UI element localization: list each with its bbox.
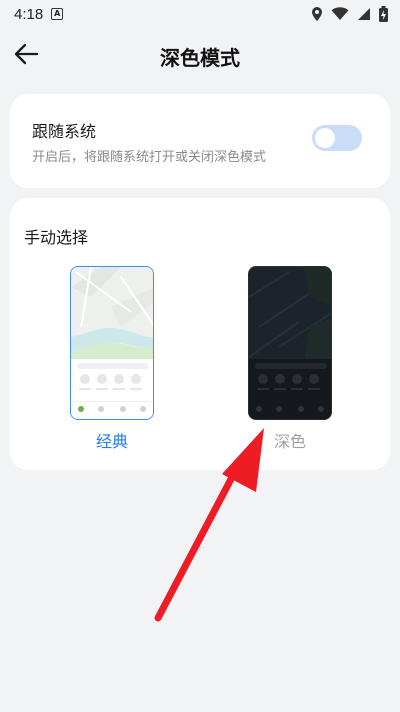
theme-label-dark: 深色	[273, 432, 306, 451]
follow-system-description: 开启后，将跟随系统打开或关闭深色模式	[32, 150, 267, 165]
dark-preview-image	[248, 266, 332, 420]
theme-option-classic[interactable]: 经典	[70, 266, 154, 452]
follow-system-card: 跟随系统 开启后，将跟随系统打开或关闭深色模式	[10, 94, 390, 188]
notification-icon: A	[51, 8, 64, 20]
signal-icon	[357, 7, 371, 21]
classic-preview-image	[70, 266, 154, 420]
follow-system-title: 跟随系统	[32, 122, 97, 141]
status-bar: 4:18 A	[0, 0, 400, 28]
wifi-icon	[331, 7, 349, 21]
manual-select-card: 手动选择 经典 深色	[10, 198, 390, 470]
toggle-knob	[315, 128, 335, 148]
location-icon	[311, 6, 323, 22]
theme-label-classic: 经典	[95, 432, 128, 451]
page-title: 深色模式	[160, 46, 240, 70]
theme-option-dark[interactable]: 深色	[248, 266, 332, 452]
follow-system-toggle[interactable]	[312, 125, 362, 151]
status-time: 4:18	[14, 5, 44, 23]
battery-charging-icon	[379, 6, 388, 22]
manual-select-title: 手动选择	[24, 228, 89, 247]
header: 深色模式	[0, 28, 400, 84]
